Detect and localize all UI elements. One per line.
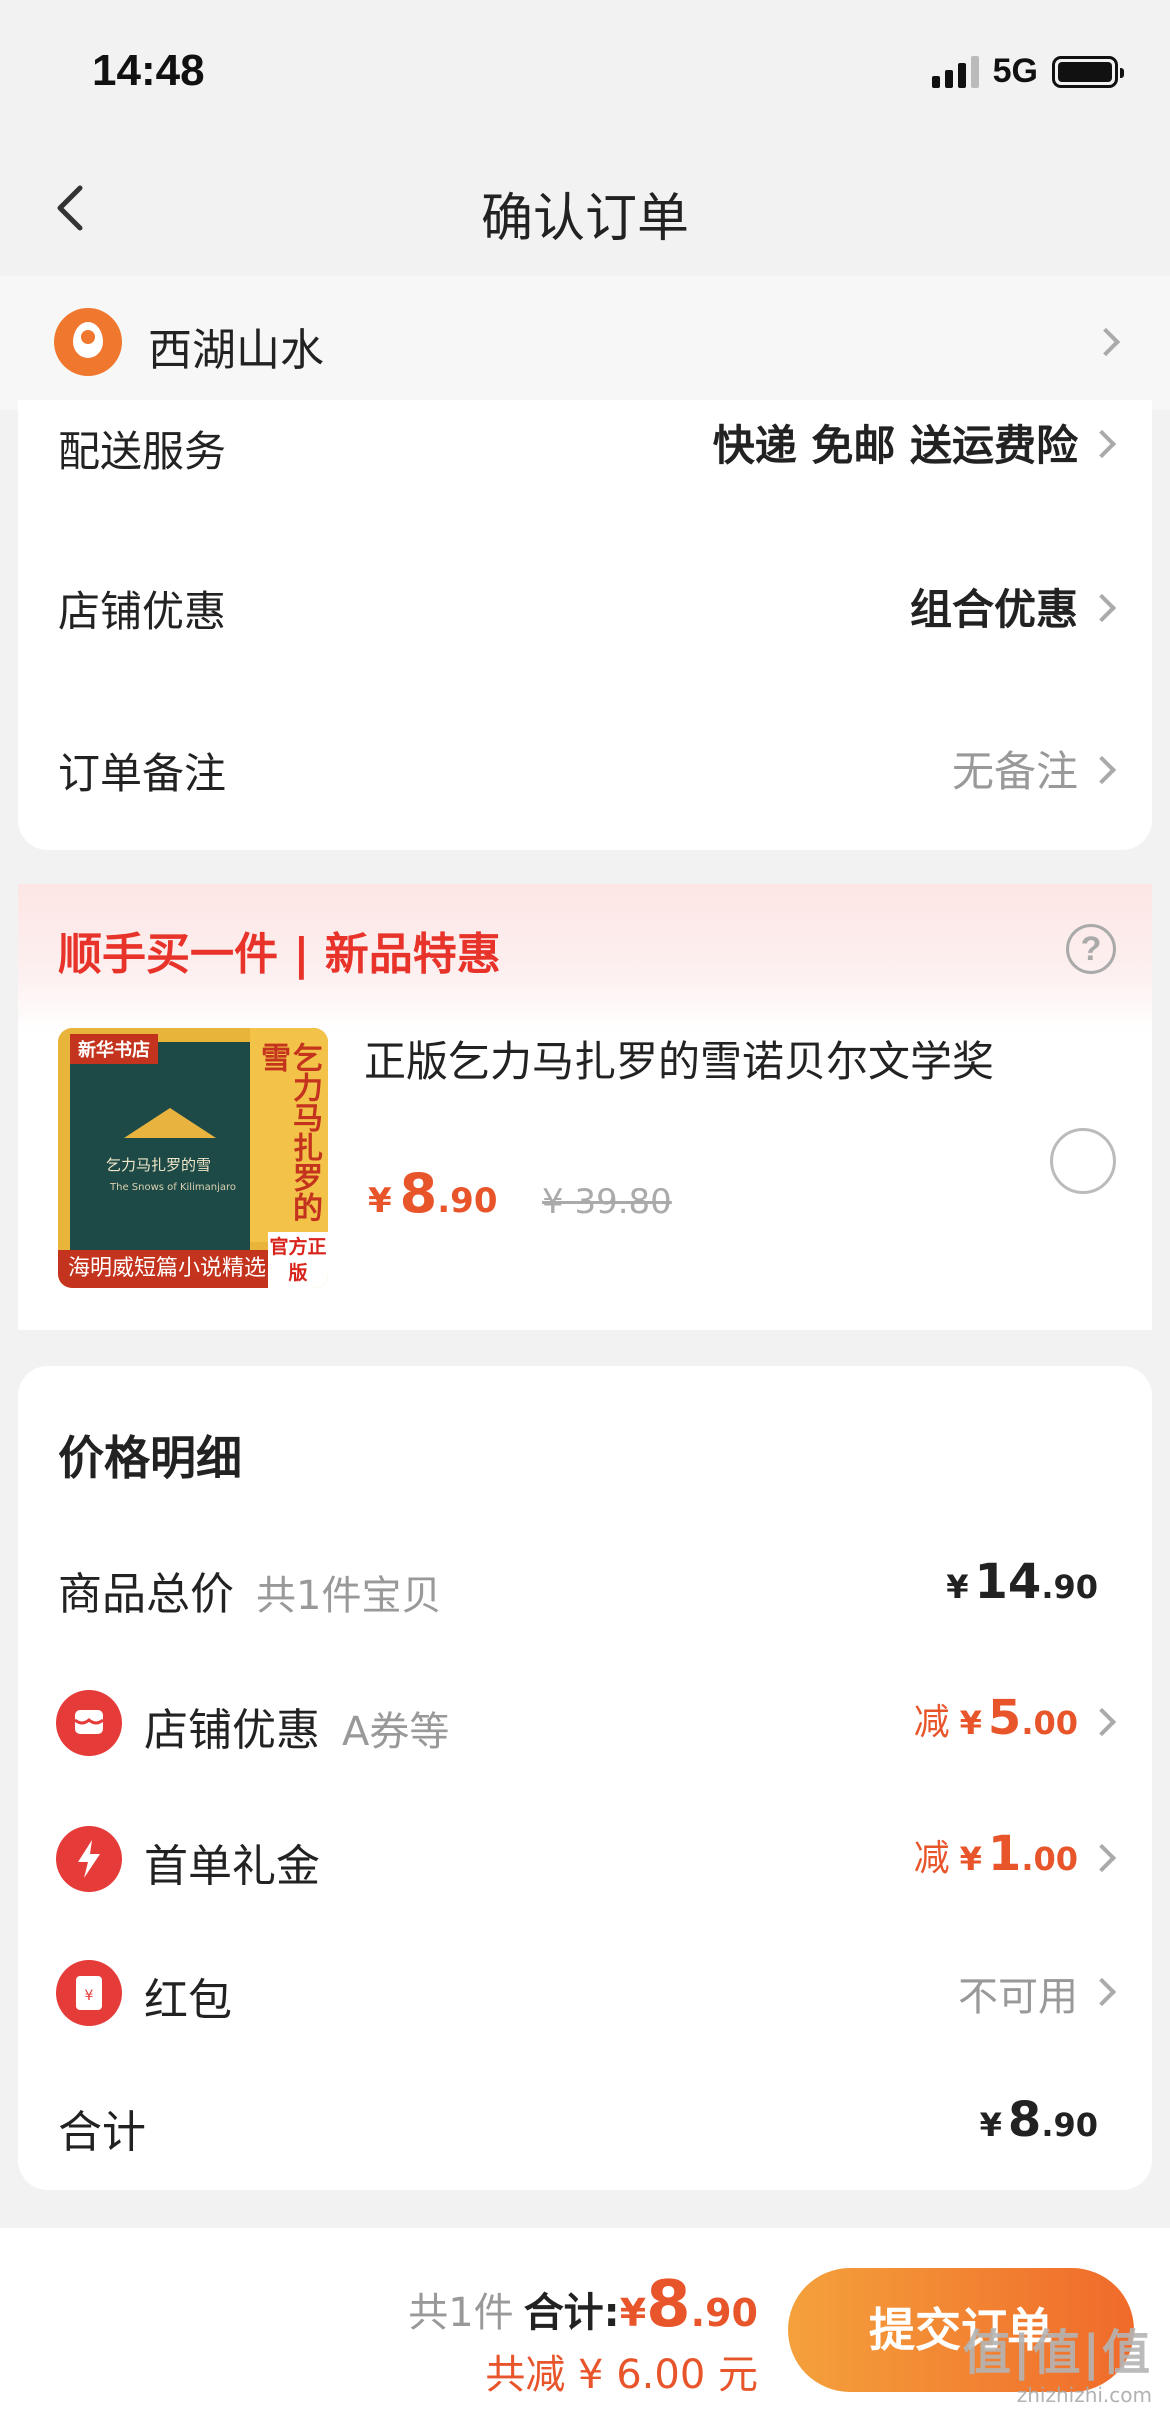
chevron-right-icon — [1087, 429, 1117, 459]
svg-text:¥: ¥ — [85, 1988, 94, 2004]
address-text: 西湖山水 — [148, 325, 324, 376]
product-name[interactable]: 正版乞力马扎罗的雪诺贝尔文学奖 — [364, 1028, 994, 1089]
page-title: 确认订单 — [480, 189, 689, 249]
watermark-url: zhizhizhi.com — [1016, 2383, 1152, 2407]
total-label: 合计: — [523, 2290, 620, 2336]
book-side-panel: 乞力马扎罗的雪 — [250, 1028, 328, 1242]
sum-label: 合计 — [58, 2107, 146, 2158]
items-total-row: 商品总价 共1件宝贝 ¥14.90 — [18, 1550, 1152, 1630]
book-side-title: 乞力马扎罗的雪 — [255, 1042, 322, 1222]
delivery-value[interactable]: 快递 免邮 送运费险 — [713, 412, 1078, 473]
chevron-right-icon — [1091, 327, 1121, 357]
deal-title: 顺手买一件 | 新品特惠 — [58, 929, 501, 980]
checkout-total: 共1件 合计:¥8.90 — [408, 2268, 758, 2342]
shop-discount-label: 店铺优惠 — [58, 587, 227, 636]
price-detail-title: 价格明细 — [58, 1431, 242, 1485]
price-integer: 8 — [399, 1162, 438, 1225]
product-price: ¥8.90 — [368, 1162, 497, 1225]
items-count: 共1件宝贝 — [256, 1573, 442, 1619]
price-detail-card: 价格明细 商品总价 共1件宝贝 ¥14.90 店铺优惠 A券等 减 ¥5.00 首单礼… — [18, 1366, 1152, 2190]
lightning-icon — [56, 1826, 122, 1892]
status-time: 14:48 — [92, 46, 205, 95]
order-note-value[interactable]: 无备注 — [952, 738, 1078, 799]
book-brand: 新华书店 — [70, 1034, 158, 1064]
watermark: 值|值|值 zhizhizhi.com — [963, 2313, 1152, 2407]
first-order-label: 首单礼金 — [144, 1841, 320, 1892]
official-badge: 官方正版 — [268, 1232, 328, 1288]
status-indicators: 5G — [931, 52, 1124, 91]
chevron-right-icon — [1087, 1977, 1117, 2007]
red-packet-status: 不可用 — [958, 1974, 1078, 2020]
add-on-deal-card: 顺手买一件 | 新品特惠 ? 乞力马扎罗的雪 The Snows of Kili… — [18, 884, 1152, 1330]
chevron-right-icon — [1087, 593, 1117, 623]
battery-icon — [1052, 55, 1124, 88]
shop-discount-value[interactable]: 组合优惠 — [910, 576, 1078, 637]
address-row[interactable]: 西湖山水 — [0, 276, 1170, 410]
book-cover-panel: 乞力马扎罗的雪 The Snows of Kilimanjaro — [70, 1042, 250, 1256]
price-decimal: .90 — [437, 1181, 498, 1221]
items-total-amount: ¥14.90 — [946, 1554, 1098, 1610]
red-packet-icon: ¥ — [56, 1960, 122, 2026]
shop-discount-detail-label: 店铺优惠 A券等 — [144, 1705, 450, 1756]
sum-amount: ¥8.90 — [979, 2092, 1098, 2148]
status-bar: 14:48 5G — [0, 0, 1170, 140]
location-pin-icon — [54, 308, 122, 376]
sum-row: 合计 ¥8.90 — [18, 2088, 1152, 2168]
coupon-type: A券等 — [342, 1709, 450, 1755]
red-packet-row[interactable]: ¥ 红包 不可用 — [18, 1956, 1152, 2036]
nav-bar: 确认订单 — [0, 140, 1170, 276]
select-radio[interactable] — [1050, 1128, 1116, 1194]
delivery-label: 配送服务 — [58, 427, 227, 476]
help-icon[interactable]: ? — [1066, 924, 1116, 974]
order-options-card: 配送服务 快递 免邮 送运费险 店铺优惠 组合优惠 订单备注 无备注 — [18, 400, 1152, 850]
book-title-en: The Snows of Kilimanjaro — [110, 1182, 236, 1193]
book-tag: 海明威短篇小说精选 — [58, 1250, 288, 1288]
mountain-graphic — [124, 1108, 216, 1138]
red-packet-label: 红包 — [144, 1975, 232, 2026]
shop-discount-row[interactable]: 店铺优惠 A券等 减 ¥5.00 — [18, 1686, 1152, 1766]
order-note-label: 订单备注 — [58, 749, 227, 798]
book-title-cn: 乞力马扎罗的雪 — [106, 1156, 212, 1174]
items-total-label: 商品总价 共1件宝贝 — [58, 1569, 442, 1620]
chevron-right-icon — [1087, 1843, 1117, 1873]
price-currency: ¥ — [368, 1181, 392, 1221]
checkout-bar: 共1件 合计:¥8.90 共减 ¥ 6.00 元 提交订单 值|值|值 zhizh… — [0, 2228, 1170, 2413]
first-order-row[interactable]: 首单礼金 减 ¥1.00 — [18, 1822, 1152, 1902]
chevron-right-icon — [1087, 1707, 1117, 1737]
original-price: ¥ 39.80 — [542, 1182, 672, 1222]
product-image[interactable]: 乞力马扎罗的雪 The Snows of Kilimanjaro 乞力马扎罗的雪… — [58, 1028, 328, 1288]
first-order-amount: 减 ¥1.00 — [913, 1826, 1078, 1882]
network-type: 5G — [992, 52, 1038, 90]
chevron-right-icon — [1087, 755, 1117, 785]
shop-icon — [56, 1690, 122, 1756]
watermark-logo: 值|值|值 — [962, 2325, 1152, 2381]
checkout-summary: 共1件 合计:¥8.90 共减 ¥ 6.00 元 — [408, 2268, 758, 2400]
shop-discount-amount: 减 ¥5.00 — [913, 1690, 1078, 1746]
saved-amount: 共减 ¥ 6.00 元 — [485, 2352, 758, 2398]
item-count: 共1件 — [408, 2290, 514, 2336]
signal-icon — [931, 55, 979, 88]
